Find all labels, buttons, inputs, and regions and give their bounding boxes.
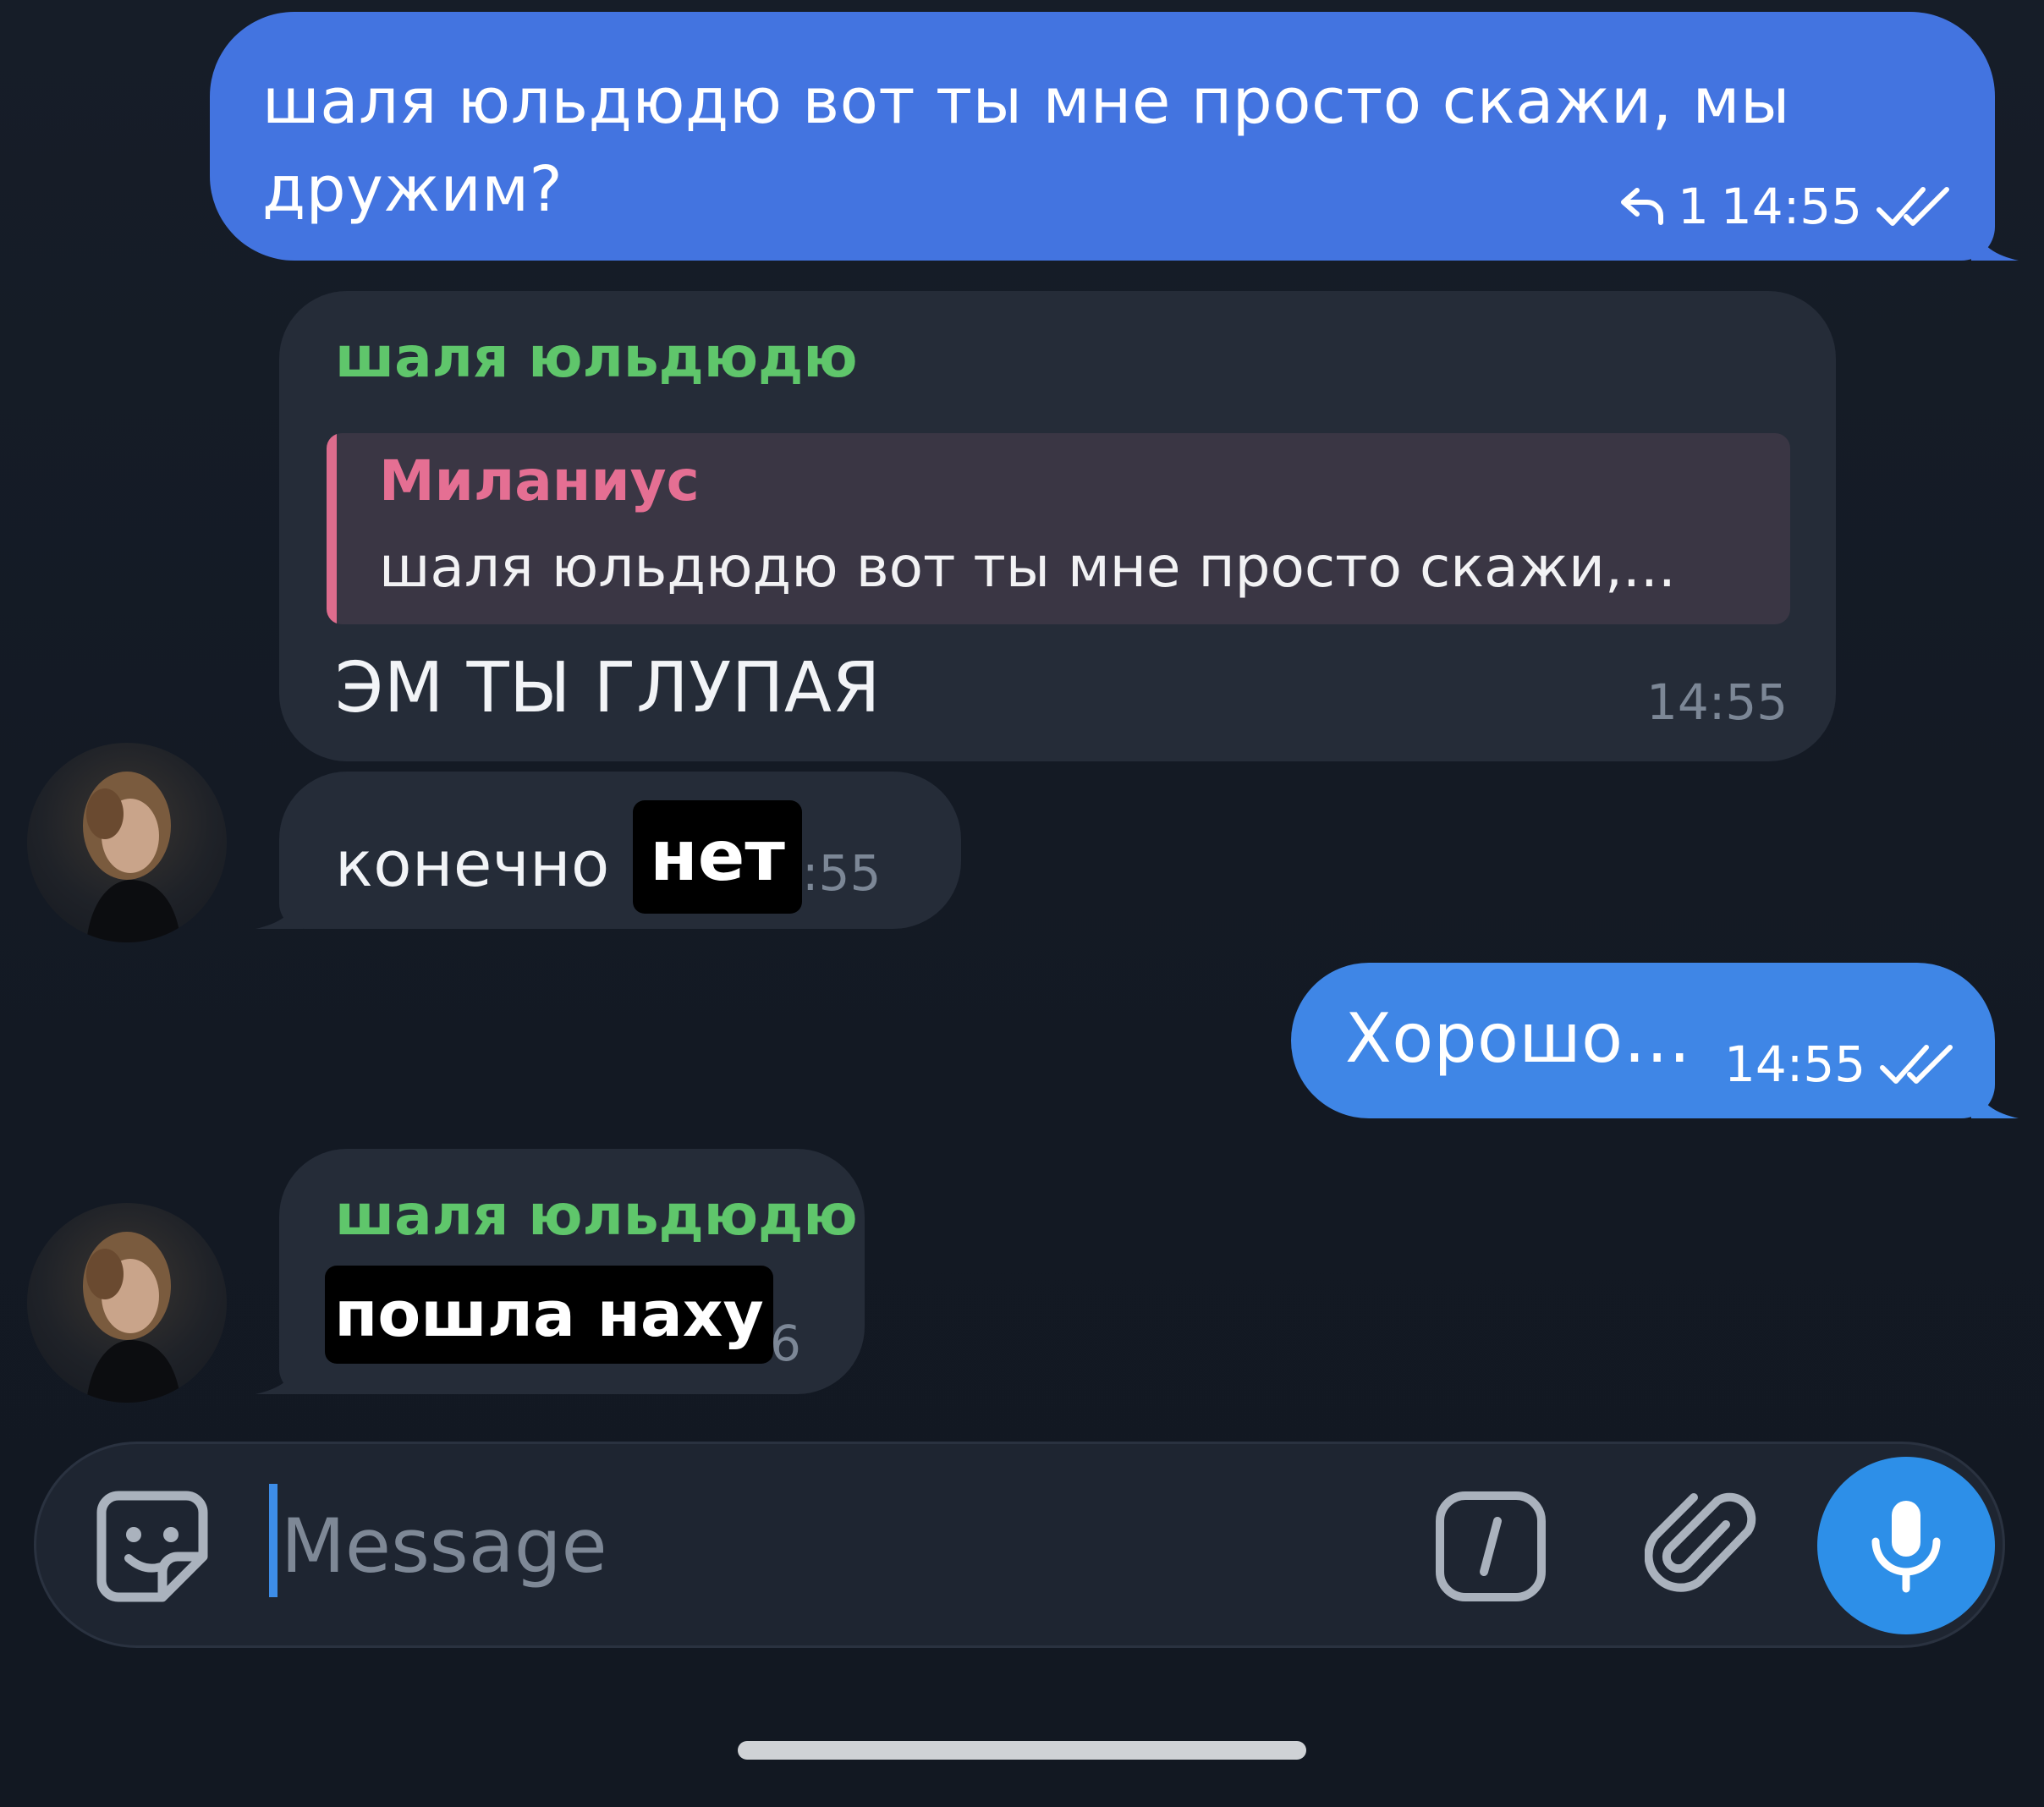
reply-accent-bar xyxy=(327,433,337,624)
bubble-tail xyxy=(256,1355,303,1394)
message-text: ЭМ ТЫ ГЛУПАЯ xyxy=(335,648,881,728)
message-meta: 14:55 xyxy=(1724,1035,1959,1093)
bubble-tail xyxy=(1971,222,2019,261)
message-text: конечно xyxy=(335,828,610,901)
avatar-photo xyxy=(83,772,181,942)
reply-count: 1 xyxy=(1678,178,1709,235)
home-indicator[interactable] xyxy=(738,1741,1306,1760)
reply-snippet: шаля юльдюдю вот ты мне просто скажи,... xyxy=(379,535,1676,600)
incoming-message-bubble[interactable]: шаля юльдюдю Миланиус шаля юльдюдю вот т… xyxy=(279,291,1836,761)
avatar[interactable] xyxy=(27,1203,227,1403)
reply-quote[interactable]: Миланиус шаля юльдюдю вот ты мне просто … xyxy=(327,433,1790,624)
avatar-photo xyxy=(83,1232,181,1403)
message-time-partial: :55 xyxy=(802,844,882,902)
message-time: 14:55 xyxy=(1720,178,1863,235)
microphone-icon xyxy=(1871,1501,1941,1593)
text-cursor xyxy=(269,1484,277,1597)
message-time: 14:55 xyxy=(1724,1035,1866,1093)
avatar[interactable] xyxy=(27,743,227,942)
double-check-icon xyxy=(1880,1045,1953,1084)
reply-author: Миланиус xyxy=(379,448,700,514)
reply-arrow-icon[interactable] xyxy=(1618,185,1666,228)
sender-name[interactable]: шаля юльдюдю xyxy=(335,1183,858,1248)
double-check-icon xyxy=(1876,187,1950,226)
sticker-icon[interactable] xyxy=(93,1487,212,1606)
sender-name[interactable]: шаля юльдюдю xyxy=(335,325,858,390)
voice-message-button[interactable] xyxy=(1817,1457,1995,1634)
outgoing-message-bubble[interactable]: Хорошо… 14:55 xyxy=(1291,963,1995,1118)
paperclip-icon[interactable] xyxy=(1645,1487,1760,1606)
sticker-label[interactable]: нет xyxy=(633,800,802,914)
chat-screen: шаля юльдюдю вот ты мне просто скажи, мы… xyxy=(0,0,2044,1807)
message-text: Хорошо… xyxy=(1345,999,1692,1078)
message-meta: 1 14:55 xyxy=(1618,178,1955,235)
incoming-message-bubble[interactable]: шаля юльдюдю 6 пошла наху xyxy=(279,1149,865,1394)
sticker-label[interactable]: пошла наху xyxy=(325,1266,773,1364)
bubble-tail xyxy=(256,890,303,929)
message-time-partial: 6 xyxy=(770,1315,801,1372)
message-input[interactable] xyxy=(279,1494,1382,1597)
incoming-message-bubble[interactable]: конечно :55 нет xyxy=(279,772,961,929)
message-time: 14:55 xyxy=(1646,673,1788,731)
bubble-tail xyxy=(1971,1079,2019,1118)
slash-command-icon[interactable] xyxy=(1433,1489,1548,1604)
outgoing-message-bubble[interactable]: шаля юльдюдю вот ты мне просто скажи, мы… xyxy=(210,12,1995,261)
